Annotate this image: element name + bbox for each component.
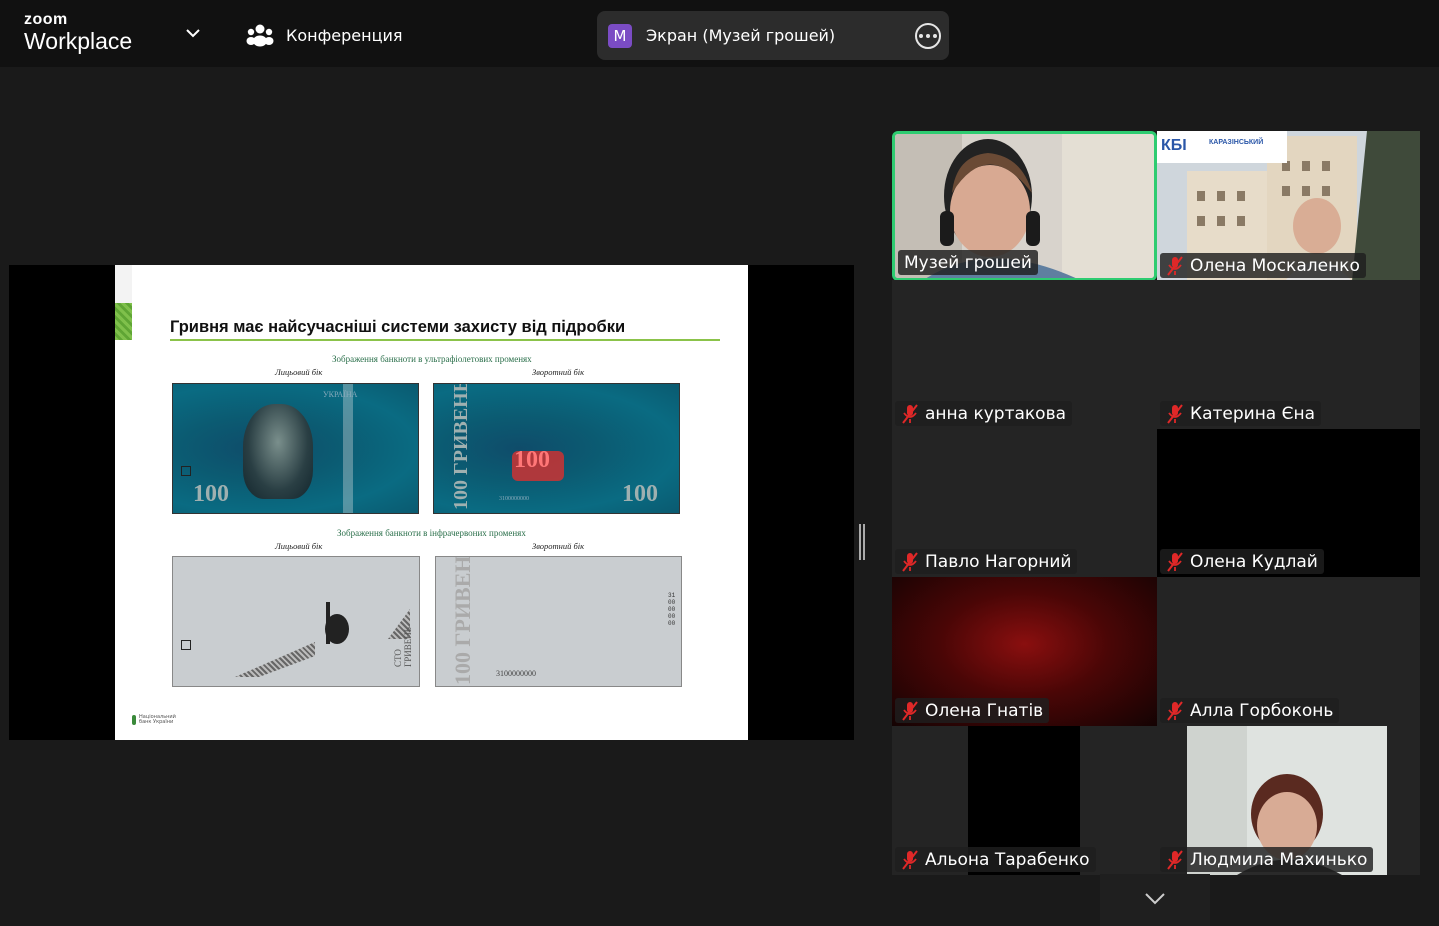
uv-back-serial: 3100000000 [499,496,529,502]
participant-nametag: Олена Гнатів [895,698,1050,723]
people-icon [246,24,274,47]
participant-tile-nahornyi[interactable]: Павло Нагорний [892,429,1157,577]
ir-back-serial-vertical: 3100000000 [668,592,676,627]
slide-title-underline [170,339,720,341]
participant-name: Павло Нагорний [925,551,1072,572]
zoom-workplace-logo: zoom Workplace [24,11,133,55]
ir-front-banknote: СТО ГРИВЕНЬ [172,556,420,687]
uv-front-banknote: УКРАЇНА 100 [172,383,419,514]
mic-muted-icon [1167,849,1183,870]
participant-name: Алла Горбоконь [1190,700,1334,721]
ir-back-serial: 3100000000 [496,669,536,678]
participant-tile-muzei[interactable]: Музей грошей [892,131,1157,281]
mic-muted-icon [902,551,918,572]
participant-nametag: Людмила Махинько [1160,847,1374,872]
portrait [243,404,313,499]
screen-share-label: Экран (Музей грошей) [646,26,836,45]
uv-back-number: 100 [622,481,658,507]
participant-tile-kurtakova[interactable]: анна куртакова [892,280,1157,429]
uv-front-top-text: УКРАЇНА [323,390,358,399]
participant-name: Олена Гнатів [925,700,1044,721]
participant-tile-moskalenko[interactable]: КБІ КАРАЗІНСЬКИЙ Олена Москаленко [1157,131,1420,281]
kbi-banner-text: КАРАЗІНСЬКИЙ [1209,139,1264,146]
mic-muted-icon [902,849,918,870]
participant-nametag: анна куртакова [895,401,1073,426]
uv-front-label: Лицьовий бік [275,367,323,377]
panel-resize-handle[interactable] [859,524,865,560]
participant-nametag: Олена Кудлай [1160,549,1324,574]
logo-workplace-text: Workplace [24,28,133,54]
more-options-icon[interactable] [915,23,941,49]
participant-name: Людмила Махинько [1190,849,1368,870]
chevron-down-icon [1145,893,1165,905]
participant-name: Музей грошей [904,252,1032,273]
mic-muted-icon [902,403,918,424]
mic-muted-icon [1167,700,1183,721]
chevron-down-icon[interactable] [184,24,202,42]
gallery-scroll-down-button[interactable] [1100,874,1210,926]
participant-tile-yena[interactable]: Катерина Єна [1157,280,1420,429]
participant-tile-horbokon[interactable]: Алла Горбоконь [1157,577,1420,726]
participant-nametag: Павло Нагорний [895,549,1078,574]
ir-front-vertical-text: СТО ГРИВЕНЬ [393,627,413,667]
nbu-logo: Національний банк України [132,715,176,725]
kbi-logo: КБІ [1161,137,1187,154]
participant-name: Катерина Єна [1190,403,1316,424]
ir-caption: Зображення банкноти в інфрачервоних пром… [337,528,526,538]
conference-menu[interactable]: Конференция [246,22,403,48]
shared-slide: Гривня має найсучасніші системи захисту … [115,265,748,740]
mic-muted-icon [1167,403,1183,424]
ir-front-label: Лицьовий бік [275,541,323,551]
screen-share-pill[interactable]: M Экран (Музей грошей) [597,11,949,60]
participant-tile-makhynko[interactable]: Людмила Махинько [1157,726,1420,875]
participant-tile-hnativ[interactable]: Олена Гнатів [892,577,1157,726]
participant-tile-kudlai[interactable]: Олена Кудлай [1157,429,1420,577]
participant-name: Олена Кудлай [1190,551,1318,572]
top-bar: zoom Workplace Конференция M Экран (Музе… [0,0,1439,67]
participant-nametag: Альона Тарабенко [895,847,1096,872]
uv-back-banknote: 100 ГРИВЕНЬ 100 100 100 3100000000 [433,383,680,514]
mic-muted-icon [1167,255,1183,276]
ir-back-vertical-text: 100 ГРИВЕНЬ 100 [450,556,475,685]
participant-name: анна куртакова [925,403,1067,424]
participant-name: Олена Москаленко [1190,255,1360,276]
logo-zoom-text: zoom [24,11,68,28]
participant-nametag: Алла Горбоконь [1160,698,1340,723]
uv-caption: Зображення банкноти в ультрафіолетових п… [332,354,532,364]
ir-back-label: Зворотний бік [532,541,585,551]
slide-decoration [115,265,132,340]
participant-nametag: Музей грошей [898,250,1038,275]
uv-back-center-number: 100 [514,447,550,473]
participant-nametag: Катерина Єна [1160,401,1322,426]
slide-title: Гривня має найсучасніші системи захисту … [170,318,626,336]
ir-back-banknote: 100 ГРИВЕНЬ 100 3100000000 3100000000 [435,556,682,687]
sharer-avatar: M [608,23,632,48]
mic-muted-icon [902,700,918,721]
uv-front-number: 100 [193,481,229,507]
conference-label: Конференция [286,25,403,45]
uv-back-label: Зворотний бік [532,367,585,377]
participant-nametag: Олена Москаленко [1160,253,1366,278]
uv-back-vertical-text: 100 ГРИВЕНЬ 100 [450,383,472,510]
nbu-line2: банк України [139,719,174,725]
participant-tile-tarabenko[interactable]: Альона Тарабенко [892,726,1157,875]
participant-name: Альона Тарабенко [925,849,1090,870]
mic-muted-icon [1167,551,1183,572]
